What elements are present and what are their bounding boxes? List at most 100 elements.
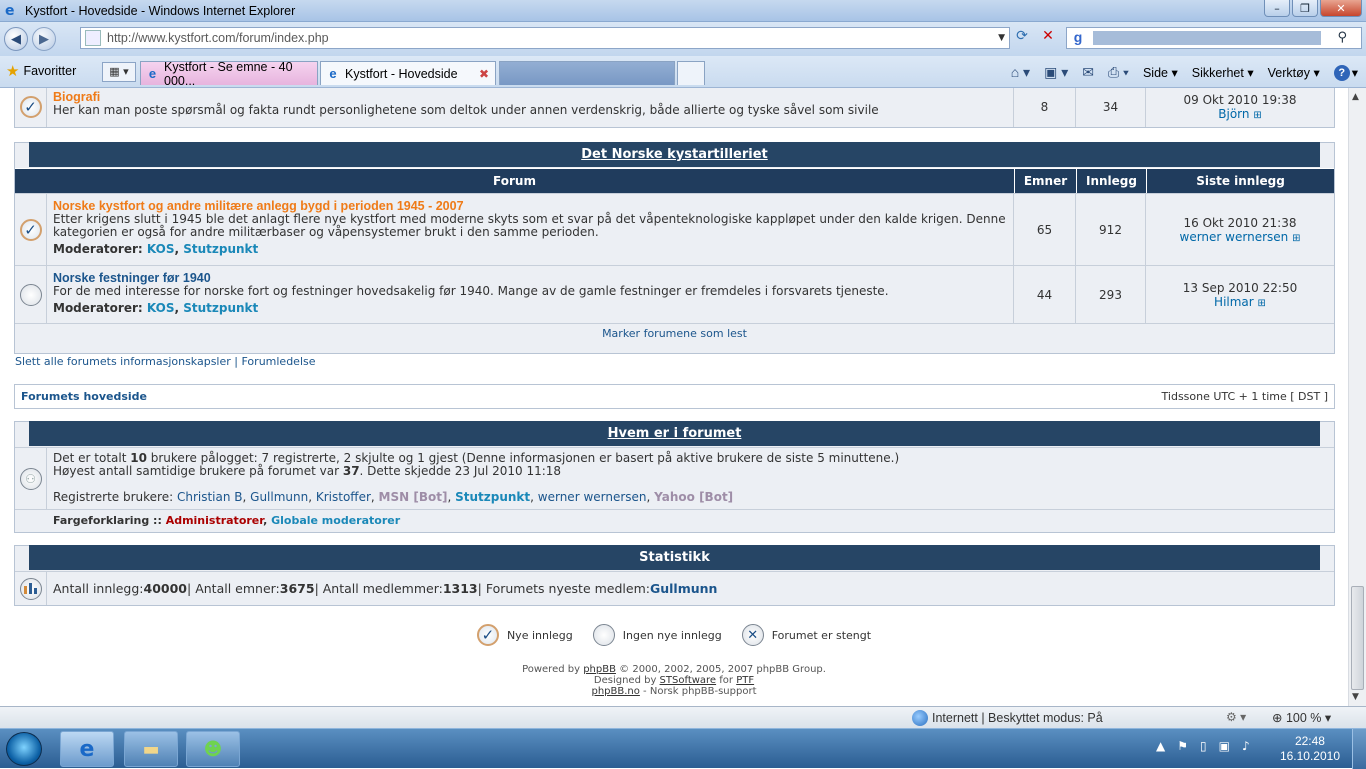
start-button[interactable] — [6, 732, 42, 766]
topics-count: 8 — [1014, 88, 1076, 127]
goto-post-icon[interactable]: ⊞ — [1258, 298, 1266, 309]
user-link[interactable]: werner wernersen — [538, 490, 647, 504]
category-title-link[interactable]: Det Norske kystartilleriet — [581, 147, 768, 162]
favorites-button[interactable]: ★ Favoritter — [6, 62, 76, 80]
home-icon[interactable]: ⌂ ▾ — [1011, 64, 1030, 81]
security-zone[interactable]: Internett | Beskyttet modus: På — [912, 710, 1103, 726]
forum-row: ✓ Biografi Her kan man poste spørsmål og… — [15, 88, 1334, 127]
tab-hovedside[interactable]: e Kystfort - Hovedside ✖ — [320, 61, 496, 85]
phpbb-no-link[interactable]: phpBB.no — [591, 686, 639, 697]
moderator-link[interactable]: KOS — [147, 242, 175, 256]
last-post-date: 16 Okt 2010 21:38 — [1183, 215, 1297, 230]
forum-row: ✓ Norske kystfort og andre militære anle… — [15, 193, 1334, 265]
forum-title-link[interactable]: Biografi — [53, 90, 100, 104]
forum-description: kategorien er også for andre militærbase… — [53, 225, 599, 239]
address-field[interactable]: http://www.kystfort.com/forum/index.php … — [80, 27, 1010, 49]
network-icon[interactable]: ▣ — [1219, 739, 1230, 753]
team-link[interactable]: Forumledelse — [242, 355, 316, 368]
user-link[interactable]: Yahoo [Bot] — [654, 490, 733, 504]
folder-icon: ▬ — [142, 738, 160, 760]
star-icon: ★ — [6, 63, 20, 80]
goto-post-icon[interactable]: ⊞ — [1292, 233, 1300, 244]
legend-none-label: Ingen nye innlegg — [622, 628, 722, 642]
user-link[interactable]: Christian B — [177, 490, 243, 504]
phpbb-link[interactable]: phpBB — [583, 664, 616, 675]
taskbar-ie-button[interactable]: e — [60, 731, 114, 767]
mark-forums-read-link[interactable]: Marker forumene som lest — [15, 323, 1334, 343]
col-forum: Forum — [493, 174, 536, 188]
clock[interactable]: 22:48 16.10.2010 — [1280, 734, 1340, 764]
address-toolbar: ◀ ▶ http://www.kystfort.com/forum/index.… — [0, 22, 1366, 56]
footer-links: Slett alle forumets informasjonskapsler … — [15, 355, 316, 368]
search-box[interactable]: g ⚲ — [1066, 27, 1362, 49]
protected-mode-icon[interactable]: ⚙ ▾ — [1226, 710, 1246, 724]
forum-title-link[interactable]: Norske kystfort og andre militære anlegg… — [53, 199, 464, 213]
goto-post-icon[interactable]: ⊞ — [1253, 110, 1261, 121]
taskbar-explorer-button[interactable]: ▬ — [124, 731, 178, 767]
vertical-scrollbar[interactable]: ▲ ▼ — [1348, 88, 1366, 706]
moderator-link[interactable]: KOS — [147, 301, 175, 315]
status-bar: Internett | Beskyttet modus: På ⚙ ▾ ⊕ 10… — [0, 706, 1366, 728]
last-post-user[interactable]: werner wernersen — [1180, 230, 1289, 244]
zoom-control[interactable]: ⊕ 100 % ▾ — [1272, 710, 1331, 725]
tools-menu[interactable]: Verktøy ▾ — [1268, 65, 1320, 80]
who-online-link[interactable]: Hvem er i forumet — [608, 426, 742, 441]
forward-button[interactable]: ▶ — [32, 27, 56, 51]
forum-home-link[interactable]: Forumets hovedside — [21, 390, 147, 403]
stsoftware-link[interactable]: STSoftware — [660, 675, 717, 686]
moderators: Moderatorer: KOS, Stutzpunkt — [53, 242, 259, 256]
tab-blank[interactable] — [499, 61, 675, 85]
stop-icon[interactable]: ✕ — [1038, 28, 1058, 48]
last-post-user[interactable]: Hilmar — [1214, 295, 1254, 309]
delete-cookies-link[interactable]: Slett alle forumets informasjonskapsler — [15, 355, 231, 368]
topics-count: 65 — [1014, 194, 1076, 265]
device-icon[interactable]: ▯ — [1200, 739, 1207, 753]
print-icon[interactable]: ⎙ ▾ — [1108, 64, 1129, 81]
refresh-icon[interactable]: ⟳ — [1012, 28, 1032, 48]
tab-label: Kystfort - Se emne - 40 000... — [164, 59, 293, 88]
show-desktop-button[interactable] — [1352, 729, 1366, 769]
taskbar-messenger-button[interactable]: ☻ — [186, 731, 240, 767]
topics-count: 44 — [1014, 266, 1076, 323]
globe-icon — [912, 710, 928, 726]
close-tab-icon[interactable]: ✖ — [479, 67, 489, 81]
show-hidden-icon[interactable]: ▲ — [1156, 739, 1165, 753]
new-posts-icon: ✓ — [19, 96, 42, 118]
messenger-icon: ☻ — [203, 738, 223, 760]
newest-member-link[interactable]: Gullmunn — [650, 582, 717, 595]
moderator-link[interactable]: Stutzpunkt — [183, 301, 258, 315]
safety-menu[interactable]: Sikkerhet ▾ — [1192, 65, 1254, 80]
mail-icon[interactable]: ✉ — [1082, 64, 1094, 81]
quick-tabs-button[interactable]: ▦ ▾ — [102, 62, 136, 82]
close-window-button[interactable]: ✕ — [1320, 0, 1362, 17]
search-icon[interactable]: ⚲ — [1337, 30, 1347, 45]
scroll-up-icon[interactable]: ▲ — [1352, 92, 1359, 102]
posts-count: 34 — [1076, 88, 1146, 127]
search-input[interactable] — [1093, 31, 1321, 45]
feeds-icon[interactable]: ▣ ▾ — [1044, 64, 1068, 81]
page-menu[interactable]: Side ▾ — [1143, 65, 1178, 80]
zone-text: Internett | Beskyttet modus: På — [932, 711, 1103, 725]
address-dropdown-icon[interactable]: ▼ — [998, 33, 1005, 43]
volume-icon[interactable]: ♪ — [1242, 739, 1250, 753]
flag-icon[interactable]: ⚑ — [1177, 739, 1188, 753]
icon-legend: ✓ Nye innlegg Ingen nye innlegg ✕ Forumet … — [0, 624, 1348, 646]
moderators: Moderatorer: KOS, Stutzpunkt — [53, 301, 259, 315]
new-tab-button[interactable] — [677, 61, 705, 85]
moderator-link[interactable]: Stutzpunkt — [183, 242, 258, 256]
minimize-button[interactable]: – — [1264, 0, 1290, 17]
user-link[interactable]: Gullmunn — [250, 490, 308, 504]
last-post-user[interactable]: Björn — [1218, 107, 1249, 121]
back-button[interactable]: ◀ — [4, 27, 28, 51]
scroll-thumb[interactable] — [1351, 586, 1364, 690]
user-link[interactable]: Kristoffer — [316, 490, 371, 504]
forum-title-link[interactable]: Norske festninger før 1940 — [53, 271, 211, 285]
ptf-link[interactable]: PTF — [736, 675, 754, 686]
help-icon[interactable]: ? ▾ — [1333, 64, 1358, 81]
tab-se-emne[interactable]: e Kystfort - Se emne - 40 000... — [140, 59, 318, 88]
user-link[interactable]: MSN [Bot] — [379, 490, 448, 504]
scroll-down-icon[interactable]: ▼ — [1352, 692, 1359, 702]
maximize-button[interactable]: ❐ — [1292, 0, 1318, 17]
ie-logo-icon: e — [5, 2, 15, 19]
user-link[interactable]: Stutzpunkt — [455, 490, 530, 504]
